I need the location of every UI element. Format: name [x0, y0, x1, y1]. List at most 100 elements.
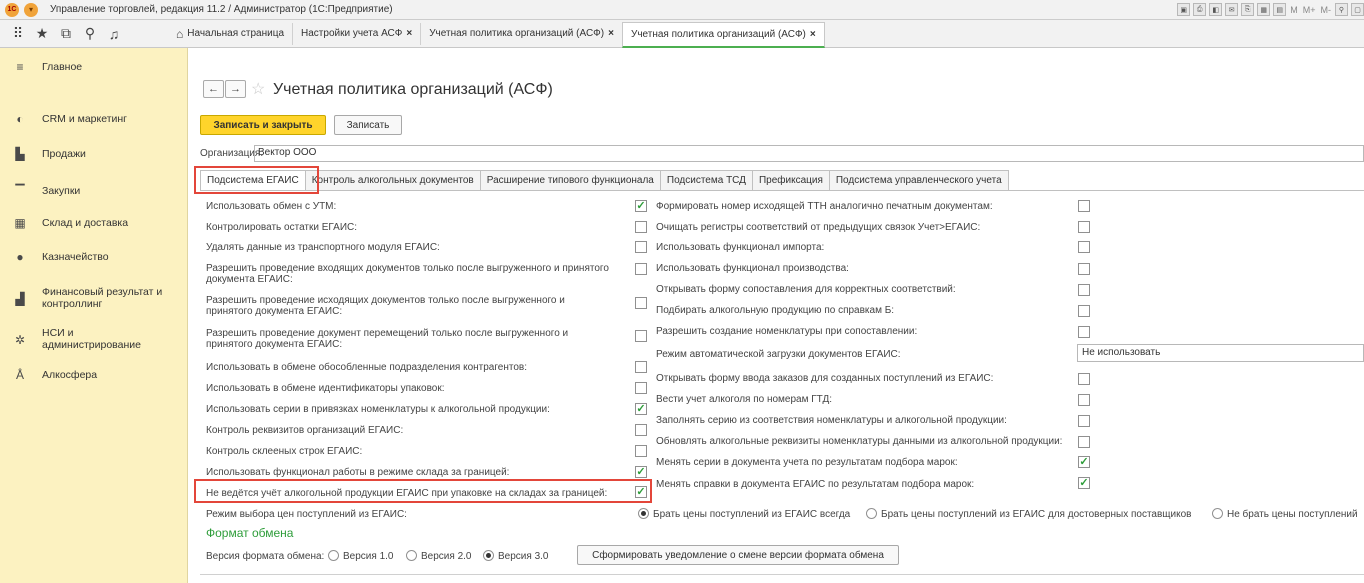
main-menu-chevron-down-icon[interactable]: ▾ — [24, 2, 38, 17]
checkbox-outgoing-docs[interactable] — [635, 297, 647, 309]
zoom-icon[interactable]: ⚲ — [1335, 3, 1348, 16]
print-icon[interactable]: ⎙ — [1193, 3, 1207, 16]
back-arrow-icon[interactable]: ← — [203, 80, 224, 98]
checkbox-abroad-warehouse[interactable]: ✓ — [635, 466, 647, 478]
checkbox-use-import[interactable] — [1078, 241, 1090, 253]
radio-version-2[interactable] — [406, 550, 417, 561]
save-icon[interactable]: ▣ — [1177, 3, 1191, 16]
preview-icon[interactable]: ◧ — [1209, 3, 1223, 16]
checkbox-pick-by-b[interactable] — [1078, 305, 1090, 317]
checkbox-separate-units[interactable] — [635, 361, 647, 373]
checkbox-no-egais-abroad[interactable]: ✓ — [635, 486, 647, 498]
tab-home[interactable]: ⌂ Начальная страница — [168, 22, 293, 45]
sidebar-item-nsi[interactable]: ✲ НСИ и администрирование — [0, 327, 188, 353]
checkbox-change-certificates[interactable]: ✓ — [1078, 477, 1090, 489]
close-icon[interactable]: × — [406, 28, 412, 39]
sidebar-item-finance[interactable]: ▟ Финансовый результат и контроллинг — [0, 286, 188, 312]
tab-prefix[interactable]: Префиксация — [752, 170, 830, 191]
notifications-bell-icon[interactable]: ♫ — [104, 24, 124, 44]
menu-lines-icon: ≡ — [16, 60, 24, 74]
checkbox-control-balance[interactable] — [635, 221, 647, 233]
tab-alcohol-control[interactable]: Контроль алкогольных документов — [305, 170, 481, 191]
sidebar-item-crm[interactable]: ◐ CRM и маркетинг — [0, 112, 188, 126]
radio-price-reliable[interactable] — [866, 508, 877, 519]
save-button[interactable]: Записать — [334, 115, 402, 135]
setting-label: Использовать серии в привязках номенклат… — [206, 404, 550, 415]
attach-icon[interactable]: ⎘ — [1241, 3, 1255, 16]
checkbox-package-ids[interactable] — [635, 382, 647, 394]
version-label: Версия формата обмена: — [206, 551, 325, 562]
radio-label: Не брать цены поступлений — [1227, 509, 1358, 520]
tab-egais[interactable]: Подсистема ЕГАИС — [200, 170, 306, 191]
tab-extension[interactable]: Расширение типового функционала — [480, 170, 661, 191]
sidebar-item-label: Закупки — [42, 185, 81, 197]
search-icon[interactable]: ⚲ — [80, 24, 100, 44]
setting-label: Открывать форму сопоставления для коррек… — [656, 284, 956, 295]
sidebar-item-treasury[interactable]: ● Казначейство — [0, 250, 188, 264]
tab-management-accounting[interactable]: Подсистема управленческого учета — [829, 170, 1009, 191]
checkbox-mapping-form[interactable] — [1078, 284, 1090, 296]
treasury-icon: ● — [16, 250, 24, 264]
checkbox-order-form[interactable] — [1078, 373, 1090, 385]
close-icon[interactable]: × — [810, 29, 816, 40]
checkbox-fill-series[interactable] — [1078, 415, 1090, 427]
close-icon[interactable]: × — [608, 28, 614, 39]
checkbox-glued-rows[interactable] — [635, 445, 647, 457]
forward-arrow-icon[interactable]: → — [225, 80, 246, 98]
sidebar-item-warehouse[interactable]: ▦ Склад и доставка — [0, 216, 188, 230]
tab-settings-asf[interactable]: Настройки учета АСФ × — [292, 22, 421, 45]
setting-label: Менять серии в документа учета по резуль… — [656, 457, 958, 468]
favorite-star-icon[interactable]: ☆ — [251, 79, 265, 99]
email-icon[interactable]: ✉ — [1225, 3, 1239, 16]
checkbox-incoming-docs[interactable] — [635, 263, 647, 275]
setting-label: Подбирать алкогольную продукцию по справ… — [656, 305, 895, 316]
memory-m-button[interactable]: M — [1289, 3, 1299, 16]
app-logo-icon[interactable]: 1С — [5, 2, 19, 17]
setting-label: Использовать функционал импорта: — [656, 242, 825, 253]
checkbox-change-series[interactable]: ✓ — [1078, 456, 1090, 468]
window-icon[interactable]: ▢ — [1351, 3, 1364, 16]
checkbox-org-control[interactable] — [635, 424, 647, 436]
sidebar-item-main[interactable]: ≡ Главное — [0, 60, 188, 74]
checkbox-delete-transport[interactable] — [635, 241, 647, 253]
organization-field[interactable]: Вектор ООО — [254, 145, 1364, 162]
quick-icons: ⠿ ★ ⧉ ⚲ ♫ — [0, 20, 160, 47]
chart-icon: ▟ — [15, 292, 25, 306]
sidebar-item-alcosphere[interactable]: Å Алкосфера — [0, 368, 188, 382]
apps-grid-icon[interactable]: ⠿ — [8, 24, 28, 44]
checkbox-transfer-docs[interactable] — [635, 330, 647, 342]
checkbox-clear-registers[interactable] — [1078, 221, 1090, 233]
sidebar-item-label: CRM и маркетинг — [42, 113, 128, 125]
radio-label: Версия 2.0 — [421, 551, 472, 562]
setting-label: Использовать функционал производства: — [656, 263, 849, 274]
radio-version-3[interactable] — [483, 550, 494, 561]
checkbox-use-production[interactable] — [1078, 263, 1090, 275]
history-icon[interactable]: ⧉ — [56, 24, 76, 44]
tab-policy-active[interactable]: Учетная политика организаций (АСФ) × — [621, 21, 825, 48]
window-title: Управление торговлей, редакция 11.2 / Ад… — [50, 4, 393, 15]
sidebar-item-sales[interactable]: ▙ Продажи — [0, 147, 188, 161]
memory-minus-button[interactable]: M- — [1320, 3, 1333, 16]
tab-policy-1[interactable]: Учетная политика организаций (АСФ) × — [420, 22, 622, 45]
table-icon[interactable]: ▦ — [1257, 3, 1271, 16]
favorites-star-icon[interactable]: ★ — [32, 24, 52, 44]
home-icon: ⌂ — [176, 26, 184, 41]
checkbox-use-series[interactable]: ✓ — [635, 403, 647, 415]
radio-price-always[interactable] — [638, 508, 649, 519]
radio-version-1[interactable] — [328, 550, 339, 561]
calendar-icon[interactable]: ▤ — [1273, 3, 1287, 16]
radio-price-none[interactable] — [1212, 508, 1223, 519]
radio-label: Брать цены поступлений из ЕГАИС для дост… — [881, 509, 1192, 520]
checkbox-gtd-numbers[interactable] — [1078, 394, 1090, 406]
checkbox-create-nomenclature[interactable] — [1078, 326, 1090, 338]
save-and-close-button[interactable]: Записать и закрыть — [200, 115, 326, 135]
memory-plus-button[interactable]: M+ — [1302, 3, 1317, 16]
sidebar-item-purchases[interactable]: ▔ Закупки — [0, 184, 188, 198]
tab-tsd[interactable]: Подсистема ТСД — [660, 170, 753, 191]
notify-version-change-button[interactable]: Сформировать уведомление о смене версии … — [577, 545, 899, 565]
gear-icon: ✲ — [14, 333, 26, 347]
checkbox-ttn-number[interactable] — [1078, 200, 1090, 212]
autoload-mode-select[interactable]: Не использовать — [1077, 344, 1364, 362]
checkbox-update-alcohol-attrs[interactable] — [1078, 436, 1090, 448]
checkbox-use-utm[interactable]: ✓ — [635, 200, 647, 212]
